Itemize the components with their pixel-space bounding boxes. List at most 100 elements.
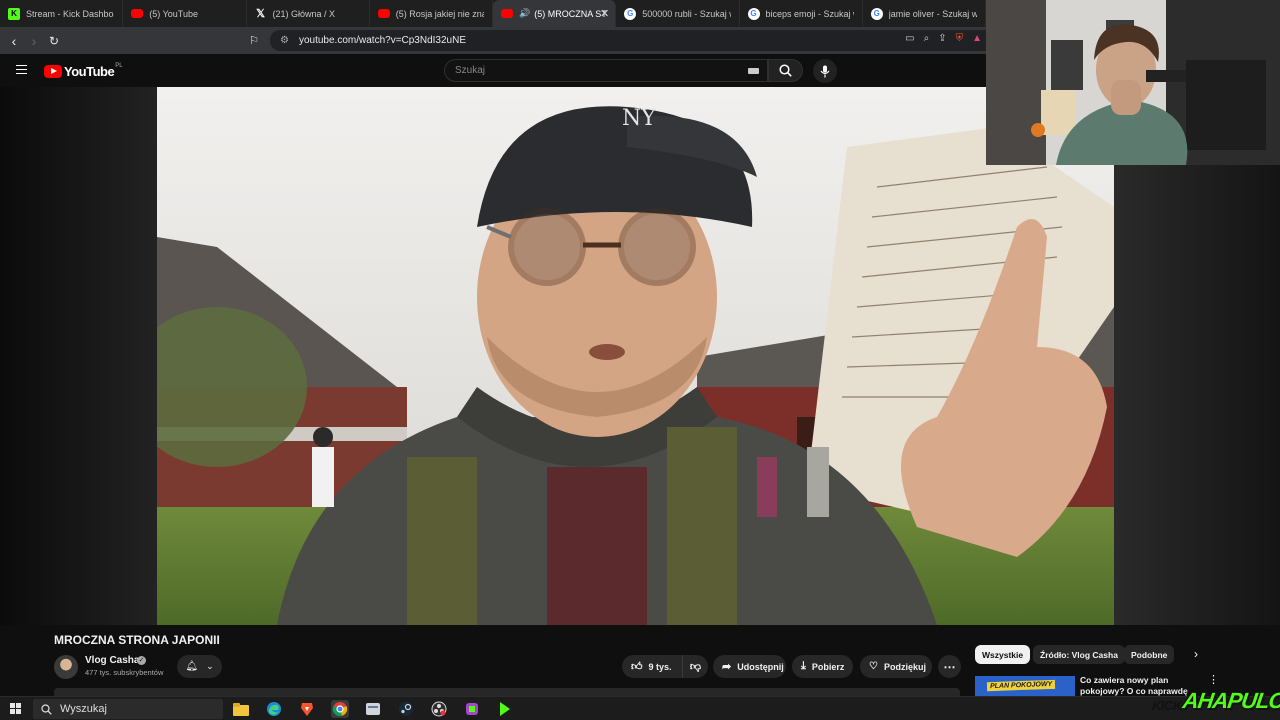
logo-text: YouTube: [64, 64, 115, 79]
edge-icon[interactable]: [265, 700, 283, 718]
kick-logo-text: KICK: [1152, 698, 1182, 713]
share-label: Udostępnij: [737, 661, 784, 672]
webcam-image: [986, 0, 1280, 165]
download-icon: ⤓: [801, 660, 806, 672]
share-arrow-icon: ➦: [722, 661, 732, 673]
reload-icon[interactable]: ↻: [44, 31, 64, 51]
browser-tab-strip: K Stream - Kick Dashboa (5) YouTube 𝕏 (2…: [0, 0, 986, 27]
back-icon[interactable]: ‹: [4, 31, 24, 51]
address-bar[interactable]: ⚙ youtube.com/watch?v=Cp3NdI32uNE ▭ ⌕ ⇪ …: [270, 30, 986, 51]
more-actions-button[interactable]: ⋯: [938, 655, 961, 678]
download-button[interactable]: ⤓ Pobierz: [792, 655, 853, 678]
bookmark-icon[interactable]: ⚐: [244, 31, 264, 51]
speaker-icon[interactable]: 🔊: [519, 8, 530, 19]
tab-google-jamie[interactable]: G jamie oliver - Szukaj w: [863, 0, 986, 27]
cast-icon[interactable]: ▭: [905, 33, 914, 44]
recommendation-title[interactable]: Co zawiera nowy plan pokojowy? O co napr…: [1080, 675, 1190, 697]
streamer-name: AHAPULCO: [1181, 688, 1280, 713]
youtube-header: YouTube PL Szukaj: [0, 54, 986, 87]
youtube-icon: [131, 9, 144, 18]
channel-name[interactable]: Vlog Casha: [85, 655, 139, 666]
site-info-icon[interactable]: ⚙: [280, 35, 289, 46]
steam-icon[interactable]: [397, 700, 415, 718]
tab-x[interactable]: 𝕏 (21) Główna / X: [247, 0, 370, 27]
kebab-menu-icon[interactable]: ⋮: [1208, 673, 1219, 686]
kick-icon[interactable]: [496, 700, 514, 718]
heart-dollar-icon: ♡: [869, 661, 878, 672]
obs-icon[interactable]: [430, 700, 448, 718]
chip-all[interactable]: Wszystkie: [975, 645, 1031, 664]
thumbnail-label: PLAN POKOJOWY: [986, 679, 1056, 692]
app-icon[interactable]: [463, 700, 481, 718]
kick-icon: K: [8, 7, 20, 20]
google-icon: G: [624, 7, 637, 20]
channel-avatar[interactable]: [54, 655, 78, 679]
video-frame-image: NY: [157, 87, 1114, 625]
forward-icon[interactable]: ›: [24, 31, 44, 51]
tab-title: jamie oliver - Szukaj w: [888, 8, 977, 19]
tab-title: Stream - Kick Dashboa: [26, 8, 115, 19]
app-icon[interactable]: [364, 700, 382, 718]
like-button[interactable]: 👍︎ 9 tys.: [622, 655, 682, 678]
notification-button[interactable]: 🔔︎ ⌄: [177, 655, 222, 678]
search-input[interactable]: Szukaj: [444, 59, 768, 82]
thanks-button[interactable]: ♡ Podziękuj: [860, 655, 932, 678]
tab-kick-dashboard[interactable]: K Stream - Kick Dashboa: [0, 0, 124, 27]
dislike-button[interactable]: 👎︎: [682, 655, 708, 678]
webcam-overlay: [986, 0, 1280, 165]
zoom-icon[interactable]: ⌕: [924, 33, 930, 44]
thumbs-up-icon: 👍︎: [631, 661, 643, 673]
description-box[interactable]: [54, 688, 960, 696]
download-label: Pobierz: [811, 661, 845, 672]
chip-source[interactable]: Źródło: Vlog Casha: [1033, 645, 1125, 664]
tab-youtube[interactable]: (5) YouTube: [123, 0, 247, 27]
brave-shield-icon[interactable]: ⛨: [956, 33, 964, 44]
tab-google-rubli[interactable]: G 500000 rubli - Szukaj w Go: [616, 0, 740, 27]
tab-title: 500000 rubli - Szukaj w Go: [642, 8, 730, 19]
microphone-icon: [820, 65, 830, 77]
windows-taskbar: Wyszukaj: [0, 696, 1280, 720]
chip-similar[interactable]: Podobne: [1124, 645, 1175, 664]
brave-icon[interactable]: [298, 700, 316, 718]
youtube-logo[interactable]: YouTube PL: [44, 62, 123, 79]
region-code: PL: [115, 62, 123, 69]
windows-start-icon[interactable]: [10, 703, 21, 714]
subscriber-count: 477 tys. subskrybentów: [85, 668, 164, 677]
voice-search-button[interactable]: [813, 59, 837, 83]
tab-title: (5) Rosja jakiej nie znacie: [395, 8, 484, 19]
tab-google-biceps[interactable]: G biceps emoji - Szukaj w Go: [740, 0, 863, 27]
close-tab-icon[interactable]: ✕: [600, 7, 609, 20]
tab-youtube-rosja[interactable]: (5) Rosja jakiej nie znacie: [370, 0, 493, 27]
bell-icon: 🔔︎: [185, 661, 199, 672]
tab-title: (5) YouTube: [149, 8, 198, 19]
menu-icon[interactable]: [16, 65, 27, 74]
rewards-icon[interactable]: ▲: [972, 33, 982, 44]
share-icon[interactable]: ⇪: [938, 33, 946, 44]
browser-toolbar: ‹ › ↻ ⚐ ⚙ youtube.com/watch?v=Cp3NdI32uN…: [0, 27, 986, 54]
x-icon: 𝕏: [256, 8, 265, 20]
tab-active-video[interactable]: 🔊 (5) MROCZNA STR ✕: [493, 0, 617, 27]
video-title: MROCZNA STRONA JAPONII: [54, 633, 220, 647]
thanks-label: Podziękuj: [883, 661, 926, 672]
share-button[interactable]: ➦ Udostępnij: [713, 655, 786, 678]
like-count: 9 tys.: [648, 661, 672, 672]
tab-title: (5) MROCZNA STR: [534, 8, 608, 19]
youtube-play-icon: [44, 65, 62, 78]
google-icon: G: [747, 7, 760, 20]
theater-backdrop-right: [1114, 165, 1280, 625]
search-button[interactable]: [768, 59, 803, 82]
google-icon: G: [870, 7, 883, 20]
file-explorer-icon[interactable]: [232, 700, 250, 718]
chevron-right-icon[interactable]: ›: [1194, 647, 1198, 661]
search-icon: [779, 64, 792, 77]
taskbar-search[interactable]: Wyszukaj: [33, 699, 223, 719]
youtube-icon: [501, 9, 513, 18]
chrome-icon[interactable]: [331, 700, 349, 718]
keyboard-icon[interactable]: [748, 68, 759, 74]
search-placeholder: Szukaj: [455, 65, 486, 76]
url-text: youtube.com/watch?v=Cp3NdI32uNE: [298, 35, 467, 46]
search-icon: [41, 703, 52, 715]
theater-backdrop-left: [0, 87, 157, 625]
recommendation-thumbnail[interactable]: PLAN POKOJOWY: [975, 676, 1075, 696]
video-player[interactable]: NY: [157, 87, 1114, 625]
